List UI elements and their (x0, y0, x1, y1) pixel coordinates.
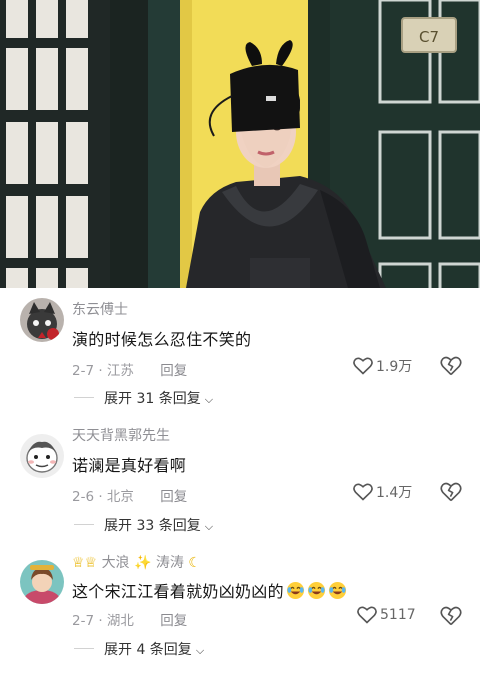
illustrated-girl-avatar-image (20, 560, 64, 604)
comment-text: 这个宋江江看着就奶凶奶凶的 (72, 578, 347, 602)
dislike-button[interactable] (440, 482, 462, 506)
video-frame[interactable]: C7 (0, 0, 480, 288)
username-text: 大浪 (101, 555, 130, 571)
expand-replies-button[interactable]: 展开 31 条回复 ⌵ (74, 388, 214, 408)
comment-meta: 2-7 · 湖北 回复 (72, 609, 187, 629)
avatar[interactable] (20, 298, 64, 342)
dislike-button[interactable] (440, 356, 462, 380)
like-button[interactable]: 1.9万 (353, 356, 412, 376)
chevron-down-icon: ⌵ (204, 393, 214, 406)
divider-line (74, 397, 94, 398)
comment-text: 诺澜是真好看啊 (72, 456, 187, 475)
video-still-image: C7 (0, 0, 480, 288)
heart-outline-icon (353, 483, 373, 501)
cartoon-face-avatar-image (20, 434, 64, 478)
avatar[interactable] (20, 434, 64, 478)
comment-date-location: 2-6 · 北京 (72, 489, 134, 505)
chevron-down-icon: ⌵ (204, 520, 214, 533)
expand-replies-label: 展开 33 条回复 (104, 518, 201, 534)
comment-item: 天天背黑郭先生 诺澜是真好看啊 2-6 · 北京 回复 1.4万 展开 33 条… (0, 414, 480, 548)
comment-username[interactable]: ♕♕ 大浪 ✨ 涛涛 ☾ (72, 552, 201, 572)
reply-button[interactable]: 回复 (160, 613, 187, 629)
expand-replies-label: 展开 31 条回复 (104, 391, 201, 407)
reply-button[interactable]: 回复 (160, 363, 187, 379)
comment-username[interactable]: 东云傅士 (72, 299, 128, 319)
laughing-tears-emoji-icon (307, 581, 325, 600)
divider-line (74, 648, 94, 649)
expand-replies-label: 展开 4 条回复 (104, 642, 192, 658)
heart-outline-icon (357, 606, 377, 624)
like-count: 1.4万 (376, 485, 413, 501)
comment-meta: 2-7 · 江苏 回复 (72, 359, 187, 379)
chevron-down-icon: ⌵ (195, 644, 205, 657)
comment-item: ♕♕ 大浪 ✨ 涛涛 ☾ 这个宋江江看着就奶凶奶凶的 2-7 · 湖北 回复 5… (0, 548, 480, 674)
like-button[interactable]: 5117 (357, 606, 416, 624)
laughing-tears-emoji-icon (286, 581, 304, 600)
broken-heart-icon (440, 606, 462, 626)
red-cat-avatar-image (20, 298, 64, 342)
broken-heart-icon (440, 356, 462, 376)
avatar[interactable] (20, 560, 64, 604)
comment-list: 东云傅士 演的时候怎么忍住不笑的 2-7 · 江苏 回复 1.9万 展开 31 … (0, 288, 480, 674)
laughing-tears-emoji-icon (328, 581, 346, 600)
comment-date-location: 2-7 · 江苏 (72, 363, 134, 379)
door-plate-text: C7 (419, 28, 439, 46)
comment-text: 演的时候怎么忍住不笑的 (72, 330, 252, 349)
comment-meta: 2-6 · 北京 回复 (72, 485, 187, 505)
like-count: 1.9万 (376, 359, 413, 375)
reply-button[interactable]: 回复 (160, 489, 187, 505)
expand-replies-button[interactable]: 展开 33 条回复 ⌵ (74, 515, 214, 535)
dislike-button[interactable] (440, 606, 462, 630)
comment-username[interactable]: 天天背黑郭先生 (72, 425, 170, 445)
banana-icon: ☾ (188, 555, 201, 571)
comment-item: 东云傅士 演的时候怎么忍住不笑的 2-7 · 江苏 回复 1.9万 展开 31 … (0, 288, 480, 414)
sparkle-crown-icon: ✨ (134, 555, 152, 571)
like-button[interactable]: 1.4万 (353, 482, 412, 502)
heart-outline-icon (353, 357, 373, 375)
crown-icon: ♕♕ (72, 555, 98, 571)
expand-replies-button[interactable]: 展开 4 条回复 ⌵ (74, 639, 205, 659)
broken-heart-icon (440, 482, 462, 502)
username-suffix: 涛涛 (155, 555, 184, 571)
like-count: 5117 (380, 607, 416, 623)
comment-text-body: 这个宋江江看着就奶凶奶凶的 (72, 582, 284, 601)
comment-date-location: 2-7 · 湖北 (72, 613, 134, 629)
divider-line (74, 524, 94, 525)
